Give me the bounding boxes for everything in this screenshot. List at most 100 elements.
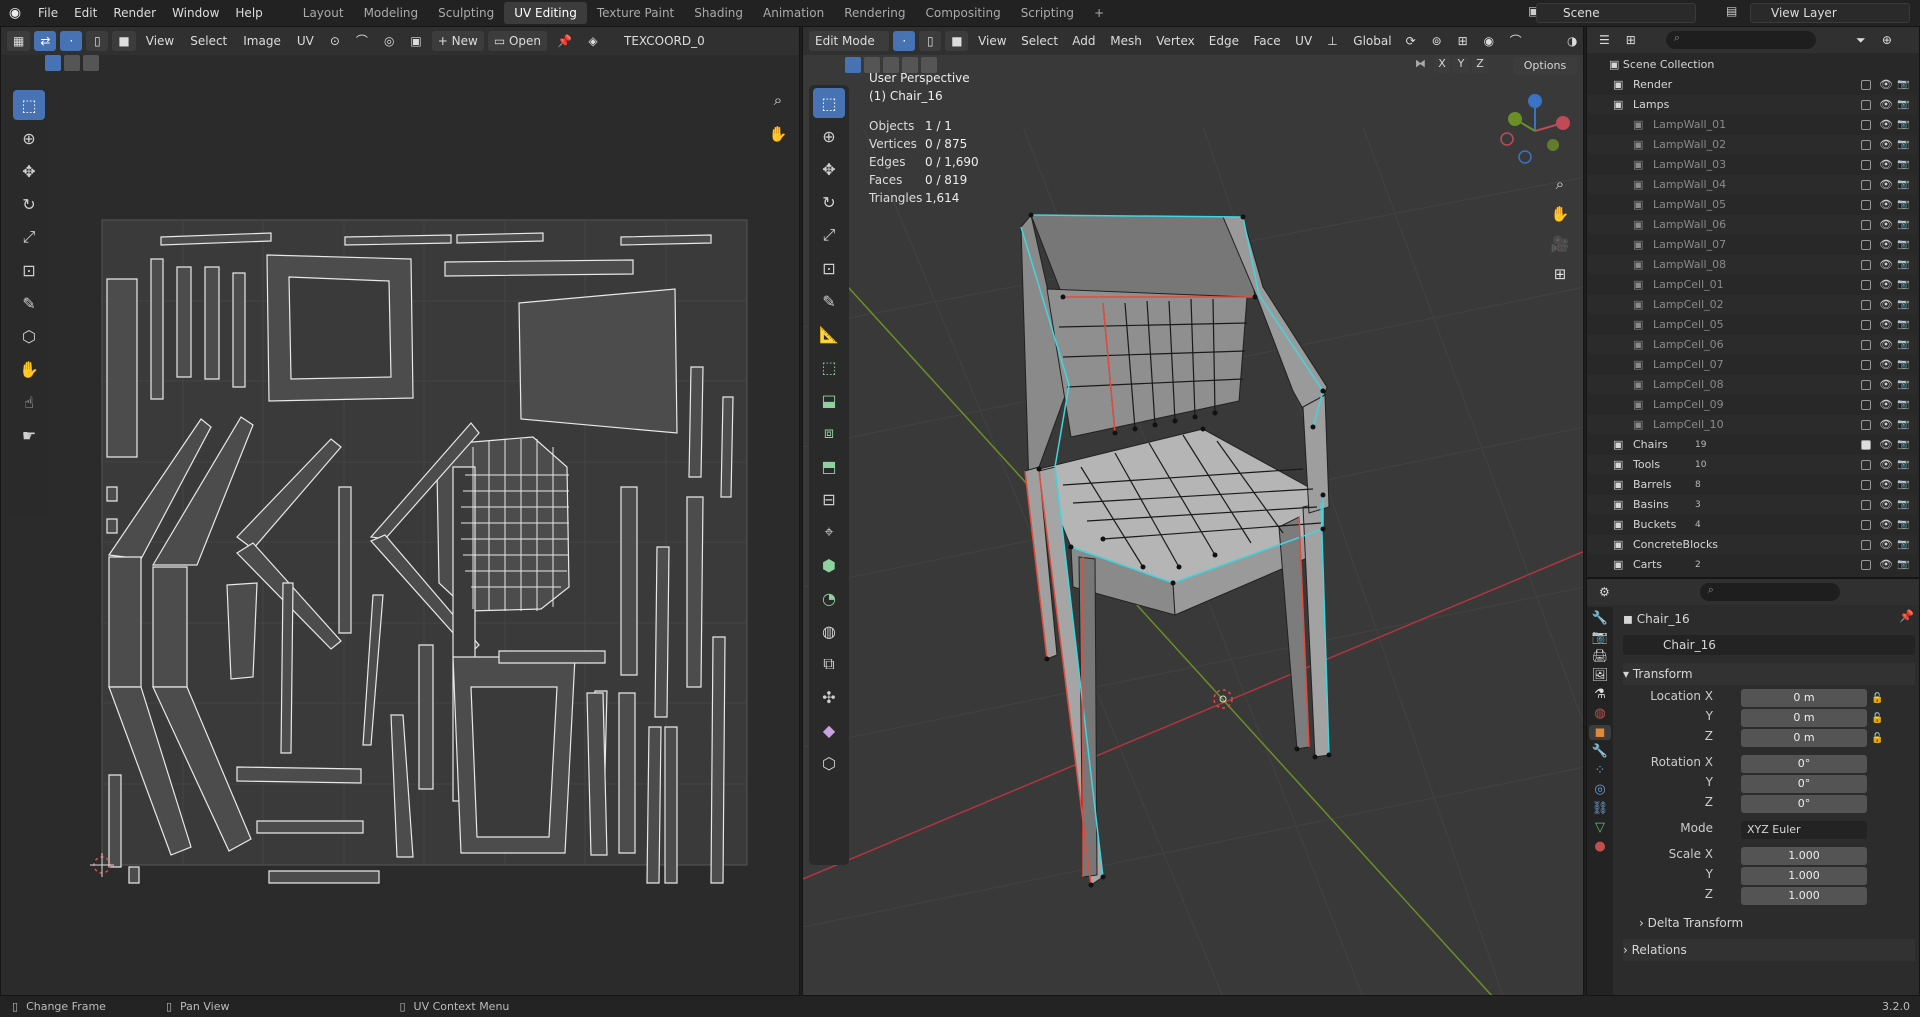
render-camera-icon[interactable]: 📷: [1897, 175, 1909, 195]
render-camera-icon[interactable]: 📷: [1897, 555, 1909, 575]
render-tab-icon[interactable]: 📷: [1592, 630, 1608, 645]
physics-tab-icon[interactable]: ◎: [1594, 782, 1605, 797]
visibility-eye-icon[interactable]: 👁: [1879, 375, 1893, 395]
visibility-eye-icon[interactable]: 👁: [1879, 95, 1893, 115]
render-camera-icon[interactable]: 📷: [1897, 95, 1909, 115]
menu-render[interactable]: Render: [105, 0, 164, 26]
rip-region-tool-icon[interactable]: ⬡: [813, 748, 845, 778]
render-camera-icon[interactable]: 📷: [1897, 375, 1909, 395]
location-z-field[interactable]: 0 m: [1741, 729, 1867, 747]
outliner-row[interactable]: ▣ LampCell_08 👁 📷: [1587, 375, 1917, 395]
select-box-tool-icon[interactable]: ⬚: [813, 88, 845, 118]
particles-tab-icon[interactable]: ⁘: [1595, 763, 1606, 778]
visibility-eye-icon[interactable]: 👁: [1879, 315, 1893, 335]
outliner-row[interactable]: ▣ LampWall_01 👁 📷: [1587, 115, 1917, 135]
tab-modeling[interactable]: Modeling: [354, 2, 429, 24]
poly-build-tool-icon[interactable]: ⬢: [813, 550, 845, 580]
rotation-mode-selector[interactable]: XYZ Euler: [1741, 821, 1867, 839]
outliner-row[interactable]: ▣ Chairs 19 👁 📷: [1587, 435, 1917, 455]
exclude-checkbox[interactable]: [1861, 320, 1871, 330]
outliner-type-icon[interactable]: ☰: [1593, 30, 1616, 50]
properties-search-field[interactable]: ⌕: [1699, 583, 1840, 601]
outliner-row[interactable]: ▣ LampWall_08 👁 📷: [1587, 255, 1917, 275]
inset-tool-icon[interactable]: ⧈: [813, 418, 845, 448]
loop-cut-tool-icon[interactable]: ⊟: [813, 484, 845, 514]
exclude-checkbox[interactable]: [1861, 360, 1871, 370]
transform-panel-header[interactable]: ▾ Transform: [1623, 663, 1915, 685]
extrude-tool-icon[interactable]: ⬓: [813, 385, 845, 415]
properties-type-icon[interactable]: ⚙: [1593, 582, 1616, 602]
exclude-checkbox[interactable]: [1861, 160, 1871, 170]
exclude-checkbox[interactable]: [1861, 480, 1871, 490]
output-tab-icon[interactable]: 🖨: [1592, 649, 1609, 664]
render-camera-icon[interactable]: 📷: [1897, 255, 1909, 275]
outliner-row[interactable]: ▣ LampCell_07 👁 📷: [1587, 355, 1917, 375]
outliner-search-field[interactable]: ⌕: [1665, 31, 1816, 49]
scene-collection[interactable]: ▣ Scene Collection: [1609, 55, 1714, 75]
outliner-row[interactable]: ▣ Buckets 4 👁 📷: [1587, 515, 1917, 535]
exclude-checkbox[interactable]: [1861, 240, 1871, 250]
exclude-checkbox[interactable]: [1861, 180, 1871, 190]
spin-tool-icon[interactable]: ◔: [813, 583, 845, 613]
lock-icon[interactable]: 🔓: [1871, 729, 1911, 749]
render-camera-icon[interactable]: 📷: [1897, 515, 1909, 535]
modifier-tab-icon[interactable]: 🔧: [1592, 744, 1608, 759]
exclude-checkbox[interactable]: [1861, 300, 1871, 310]
visibility-eye-icon[interactable]: 👁: [1879, 215, 1893, 235]
exclude-checkbox[interactable]: [1861, 380, 1871, 390]
outliner-row[interactable]: ▣ Tools 10 👁 📷: [1587, 455, 1917, 475]
render-camera-icon[interactable]: 📷: [1897, 195, 1909, 215]
exclude-checkbox[interactable]: [1861, 340, 1871, 350]
exclude-checkbox[interactable]: [1861, 100, 1871, 110]
scale-tool-icon[interactable]: ⤢: [813, 220, 845, 250]
perspective-toggle-icon[interactable]: ⊞: [1547, 261, 1573, 287]
lock-icon[interactable]: 🔓: [1871, 689, 1911, 709]
render-camera-icon[interactable]: 📷: [1897, 215, 1909, 235]
exclude-checkbox[interactable]: [1861, 80, 1871, 90]
annotate-tool-icon[interactable]: ✎: [813, 286, 845, 316]
exclude-checkbox[interactable]: [1861, 400, 1871, 410]
render-camera-icon[interactable]: 📷: [1897, 135, 1909, 155]
material-tab-icon[interactable]: ●: [1594, 839, 1605, 854]
exclude-checkbox[interactable]: [1861, 140, 1871, 150]
render-camera-icon[interactable]: 📷: [1897, 415, 1909, 435]
outliner-row[interactable]: ▣ Barrels 8 👁 📷: [1587, 475, 1917, 495]
outliner-row[interactable]: ▣ LampWall_04 👁 📷: [1587, 175, 1917, 195]
measure-tool-icon[interactable]: 📐: [813, 319, 845, 349]
rotation-z-field[interactable]: 0°: [1741, 795, 1867, 813]
exclude-checkbox[interactable]: [1861, 220, 1871, 230]
render-camera-icon[interactable]: 📷: [1897, 535, 1909, 555]
visibility-eye-icon[interactable]: 👁: [1879, 115, 1893, 135]
pin-icon[interactable]: 📌: [1899, 609, 1914, 623]
render-camera-icon[interactable]: 📷: [1897, 115, 1909, 135]
rotation-x-field[interactable]: 0°: [1741, 755, 1867, 773]
location-y-field[interactable]: 0 m: [1741, 709, 1867, 727]
exclude-checkbox[interactable]: [1861, 200, 1871, 210]
menu-window[interactable]: Window: [164, 0, 227, 26]
tab-animation[interactable]: Animation: [753, 2, 834, 24]
visibility-eye-icon[interactable]: 👁: [1879, 155, 1893, 175]
tool-tab-icon[interactable]: 🔧: [1592, 611, 1608, 626]
rotate-tool-icon[interactable]: ↻: [813, 187, 845, 217]
add-cube-tool-icon[interactable]: ⬚: [813, 352, 845, 382]
visibility-eye-icon[interactable]: 👁: [1879, 475, 1893, 495]
tab-compositing[interactable]: Compositing: [915, 2, 1010, 24]
smooth-tool-icon[interactable]: ◍: [813, 616, 845, 646]
render-camera-icon[interactable]: 📷: [1897, 335, 1909, 355]
bevel-tool-icon[interactable]: ⬒: [813, 451, 845, 481]
visibility-eye-icon[interactable]: 👁: [1879, 195, 1893, 215]
navigation-gizmo[interactable]: [1495, 91, 1575, 171]
world-tab-icon[interactable]: ◍: [1594, 706, 1605, 721]
tab-uv-editing[interactable]: UV Editing: [504, 2, 587, 24]
exclude-checkbox[interactable]: [1861, 540, 1871, 550]
render-camera-icon[interactable]: 📷: [1897, 75, 1909, 95]
scale-z-field[interactable]: 1.000: [1741, 887, 1867, 905]
outliner-row[interactable]: ▣ LampWall_02 👁 📷: [1587, 135, 1917, 155]
visibility-eye-icon[interactable]: 👁: [1879, 535, 1893, 555]
menu-file[interactable]: File: [30, 0, 66, 26]
render-camera-icon[interactable]: 📷: [1897, 355, 1909, 375]
outliner-row[interactable]: ▣ LampCell_09 👁 📷: [1587, 395, 1917, 415]
visibility-eye-icon[interactable]: 👁: [1879, 235, 1893, 255]
exclude-checkbox[interactable]: [1861, 420, 1871, 430]
visibility-eye-icon[interactable]: 👁: [1879, 455, 1893, 475]
